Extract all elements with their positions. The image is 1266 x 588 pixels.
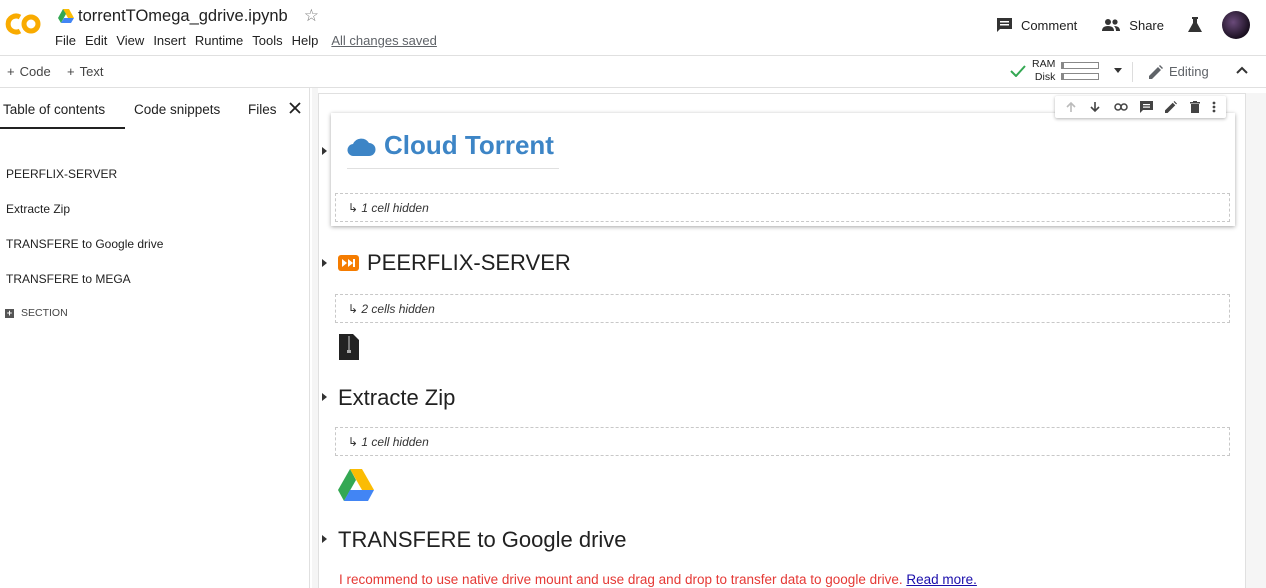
hidden-arrow-icon: ↳ bbox=[348, 302, 362, 316]
transfer-gdrive-heading: TRANSFERE to Google drive bbox=[338, 527, 627, 553]
toolbar-divider bbox=[1132, 62, 1133, 82]
menu-tools[interactable]: Tools bbox=[252, 33, 282, 48]
comment-button[interactable]: Comment bbox=[996, 17, 1077, 33]
check-icon bbox=[1010, 64, 1026, 77]
comment-icon bbox=[996, 18, 1012, 32]
share-label: Share bbox=[1129, 17, 1164, 33]
avatar[interactable] bbox=[1222, 11, 1250, 39]
add-code-button[interactable]: + Code bbox=[7, 64, 51, 79]
top-bar: torrentTOmega_gdrive.ipynb ☆ File Edit V… bbox=[0, 0, 1266, 56]
add-code-label: Code bbox=[19, 64, 51, 79]
menu-view[interactable]: View bbox=[116, 33, 144, 48]
share-button[interactable]: Share bbox=[1101, 18, 1164, 33]
extract-zip-title: Extracte Zip bbox=[338, 385, 456, 410]
save-status[interactable]: All changes saved bbox=[331, 33, 437, 48]
pencil-icon bbox=[1149, 64, 1163, 79]
extract-zip-heading: Extracte Zip bbox=[338, 385, 455, 411]
heading-underline bbox=[347, 168, 559, 169]
flask-icon bbox=[1188, 17, 1202, 32]
peerflix-heading: PEERFLIX-SERVER bbox=[338, 250, 571, 276]
plus-icon: + bbox=[67, 64, 75, 79]
trash-icon[interactable] bbox=[1189, 101, 1200, 113]
close-icon[interactable] bbox=[289, 102, 301, 114]
collapse-toggle-icon[interactable] bbox=[322, 147, 327, 155]
toc-item-peerflix[interactable]: PEERFLIX-SERVER bbox=[6, 167, 117, 181]
peerflix-title: PEERFLIX-SERVER bbox=[367, 250, 571, 275]
zip-file-icon bbox=[339, 334, 359, 360]
comment-label: Comment bbox=[1020, 17, 1078, 33]
cloud-icon bbox=[347, 138, 376, 156]
toc-item-transfer-mega[interactable]: TRANSFERE to MEGA bbox=[6, 272, 131, 286]
hidden-cells-3[interactable]: ↳ 1 cell hidden bbox=[335, 427, 1230, 456]
link-icon[interactable] bbox=[1113, 102, 1128, 112]
menu-bar: File Edit View Insert Runtime Tools Help… bbox=[55, 33, 446, 48]
sidebar-tabs: Table of contents Code snippets Files bbox=[0, 88, 309, 129]
sidebar: Table of contents Code snippets Files PE… bbox=[0, 88, 310, 588]
add-box-icon: + bbox=[5, 307, 14, 318]
add-section-label: SECTION bbox=[21, 307, 68, 319]
menu-file[interactable]: File bbox=[55, 33, 76, 48]
top-actions: Comment Share bbox=[972, 11, 1250, 39]
transfer-gdrive-title: TRANSFERE to Google drive bbox=[338, 527, 627, 552]
hidden-cells-2[interactable]: ↳ 2 cells hidden bbox=[335, 294, 1230, 323]
menu-insert[interactable]: Insert bbox=[153, 33, 186, 48]
editing-mode-button[interactable]: Editing bbox=[1149, 64, 1209, 79]
star-icon[interactable]: ☆ bbox=[304, 6, 319, 26]
drive-icon bbox=[58, 9, 74, 23]
more-vert-icon[interactable] bbox=[1212, 101, 1216, 113]
notebook-title[interactable]: torrentTOmega_gdrive.ipynb bbox=[78, 7, 288, 26]
add-text-label: Text bbox=[79, 64, 104, 79]
resource-labels: RAM Disk bbox=[1032, 58, 1055, 83]
ram-bar bbox=[1061, 61, 1100, 69]
hidden-cells-label: 2 cells hidden bbox=[361, 302, 435, 316]
ram-label: RAM bbox=[1032, 58, 1056, 70]
add-section-button[interactable]: + SECTION bbox=[5, 307, 68, 319]
plus-icon: + bbox=[7, 64, 15, 79]
disk-label: Disk bbox=[1034, 70, 1056, 83]
editing-label: Editing bbox=[1169, 64, 1209, 79]
hidden-cells-1[interactable]: ↳ 1 cell hidden bbox=[335, 193, 1230, 222]
disk-bar bbox=[1061, 72, 1100, 80]
resource-monitor[interactable]: RAM Disk bbox=[1010, 58, 1123, 83]
people-icon bbox=[1102, 19, 1121, 31]
notebook-toolbar: + Code + Text RAM Disk Editing bbox=[0, 56, 1266, 88]
cell-toolbar bbox=[1055, 96, 1226, 118]
menu-runtime[interactable]: Runtime bbox=[195, 33, 243, 48]
hidden-cells-label: 1 cell hidden bbox=[361, 435, 429, 449]
google-drive-icon bbox=[338, 469, 374, 501]
tab-table-of-contents[interactable]: Table of contents bbox=[0, 88, 125, 129]
arrow-up-icon[interactable] bbox=[1065, 101, 1077, 113]
toc-item-extract-zip[interactable]: Extracte Zip bbox=[6, 202, 70, 216]
collapse-toggle-icon[interactable] bbox=[322, 259, 327, 267]
colab-logo[interactable] bbox=[4, 9, 44, 39]
menu-help[interactable]: Help bbox=[292, 33, 319, 48]
menu-edit[interactable]: Edit bbox=[85, 33, 107, 48]
recommend-text: I recommend to use native drive mount an… bbox=[339, 572, 907, 587]
arrow-down-icon[interactable] bbox=[1089, 101, 1101, 113]
add-text-button[interactable]: + Text bbox=[67, 64, 103, 79]
fast-forward-icon bbox=[338, 255, 359, 271]
comment-icon[interactable] bbox=[1139, 101, 1153, 113]
notebook-title-row: torrentTOmega_gdrive.ipynb ☆ bbox=[58, 6, 319, 26]
tab-files[interactable]: Files bbox=[248, 88, 277, 117]
hidden-cells-label: 1 cell hidden bbox=[361, 201, 429, 215]
chevron-up-icon[interactable] bbox=[1235, 63, 1249, 77]
cloud-torrent-title: Cloud Torrent bbox=[384, 130, 554, 160]
pencil-icon[interactable] bbox=[1165, 101, 1178, 113]
cloud-torrent-heading: Cloud Torrent bbox=[347, 130, 554, 161]
experiments-button[interactable] bbox=[1188, 17, 1202, 33]
hidden-arrow-icon: ↳ bbox=[348, 201, 362, 215]
hidden-arrow-icon: ↳ bbox=[348, 435, 362, 449]
recommend-note: I recommend to use native drive mount an… bbox=[339, 572, 977, 587]
tab-code-snippets[interactable]: Code snippets bbox=[134, 88, 220, 117]
collapse-toggle-icon[interactable] bbox=[322, 535, 327, 543]
read-more-link[interactable]: Read more. bbox=[906, 572, 977, 587]
resource-bars bbox=[1061, 61, 1100, 80]
collapse-toggle-icon[interactable] bbox=[322, 393, 327, 401]
toc-item-transfer-gdrive[interactable]: TRANSFERE to Google drive bbox=[6, 237, 163, 251]
scrollbar-track[interactable] bbox=[1246, 93, 1266, 588]
dropdown-arrow-icon[interactable] bbox=[1113, 67, 1123, 74]
